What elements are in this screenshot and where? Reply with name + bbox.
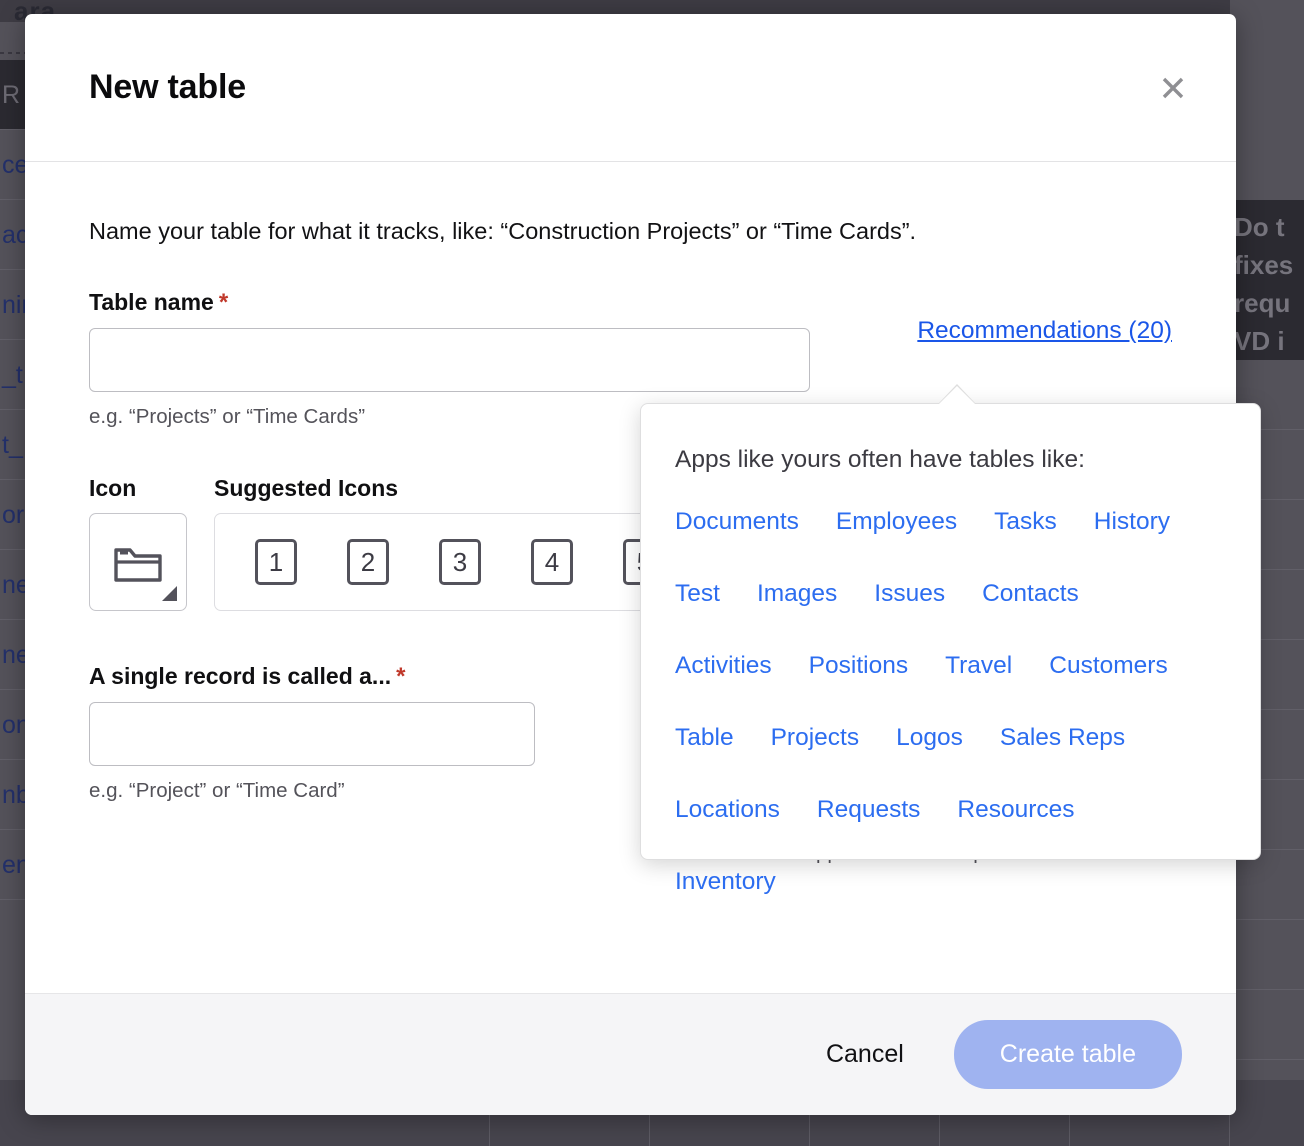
dialog-header: New table xyxy=(25,14,1236,162)
table-name-label: Table name * xyxy=(89,289,228,317)
recommendations-popover: Apps like yours often have tables like: … xyxy=(640,384,1261,895)
cancel-button[interactable]: Cancel xyxy=(826,1040,904,1069)
record-name-input[interactable] xyxy=(89,702,535,766)
recommendation-item[interactable]: Positions xyxy=(809,652,908,680)
recommendation-item[interactable]: Requests xyxy=(817,796,921,824)
recommendation-item[interactable]: Activities xyxy=(675,652,772,680)
recommendation-item[interactable]: Contacts xyxy=(982,580,1079,608)
recommendation-item[interactable]: Employees xyxy=(836,508,957,536)
background-dark-cell: Do t fixes requ VD i xyxy=(1230,200,1304,360)
recommendation-item[interactable]: Projects xyxy=(771,724,860,752)
dialog-footer: Cancel Create table xyxy=(25,993,1236,1115)
recommendation-item[interactable]: Documents xyxy=(675,508,799,536)
recommendation-item[interactable]: History xyxy=(1094,508,1170,536)
table-name-input[interactable] xyxy=(89,328,810,392)
icon-picker-group: Icon xyxy=(89,475,187,611)
create-table-button[interactable]: Create table xyxy=(953,1020,1182,1089)
record-name-label: A single record is called a... * xyxy=(89,663,405,691)
recommendation-item[interactable]: Inventory xyxy=(675,868,776,896)
required-asterisk: * xyxy=(396,663,406,690)
recommendation-item[interactable]: Locations xyxy=(675,796,780,824)
record-name-label-text: A single record is called a... xyxy=(89,663,392,689)
close-icon[interactable] xyxy=(1150,65,1196,111)
folder-icon-button[interactable] xyxy=(89,513,187,611)
recommendation-item[interactable]: Customers xyxy=(1049,652,1167,680)
suggested-icon-3[interactable]: 3 xyxy=(439,539,481,585)
popover-title: Apps like yours often have tables like: xyxy=(675,446,1085,473)
recommendation-item[interactable]: Sales Reps xyxy=(1000,724,1125,752)
suggested-icon-2[interactable]: 2 xyxy=(347,539,389,585)
recommendation-item[interactable]: Tasks xyxy=(994,508,1057,536)
table-name-label-text: Table name xyxy=(89,289,214,315)
icon-label: Icon xyxy=(89,475,137,501)
required-asterisk: * xyxy=(218,289,229,316)
intro-text: Name your table for what it tracks, like… xyxy=(89,218,917,244)
recommendation-item[interactable]: Issues xyxy=(874,580,945,608)
record-name-hint: e.g. “Project” or “Time Card” xyxy=(89,779,345,802)
background-right-strip xyxy=(1230,0,1304,200)
recommendation-item[interactable]: Table xyxy=(675,724,734,752)
popover-item-list: Documents Employees Tasks History Test Images… xyxy=(675,508,1226,896)
recommendation-item[interactable]: Resources xyxy=(957,796,1074,824)
recommendation-item[interactable]: Test xyxy=(675,580,720,608)
suggested-icon-1[interactable]: 1 xyxy=(255,539,297,585)
folder-icon xyxy=(114,548,162,582)
page-title: New table xyxy=(89,68,246,106)
record-name-group: A single record is called a... * e.g. “Pr… xyxy=(89,663,671,865)
recommendation-item[interactable]: Images xyxy=(757,580,837,608)
suggested-icon-4[interactable]: 4 xyxy=(531,539,573,585)
recommendation-item[interactable]: Travel xyxy=(945,652,1012,680)
recommendation-item[interactable]: Logos xyxy=(896,724,963,752)
recommendations-link[interactable]: Recommendations (20) xyxy=(917,317,1172,345)
caret-down-icon xyxy=(162,586,177,601)
